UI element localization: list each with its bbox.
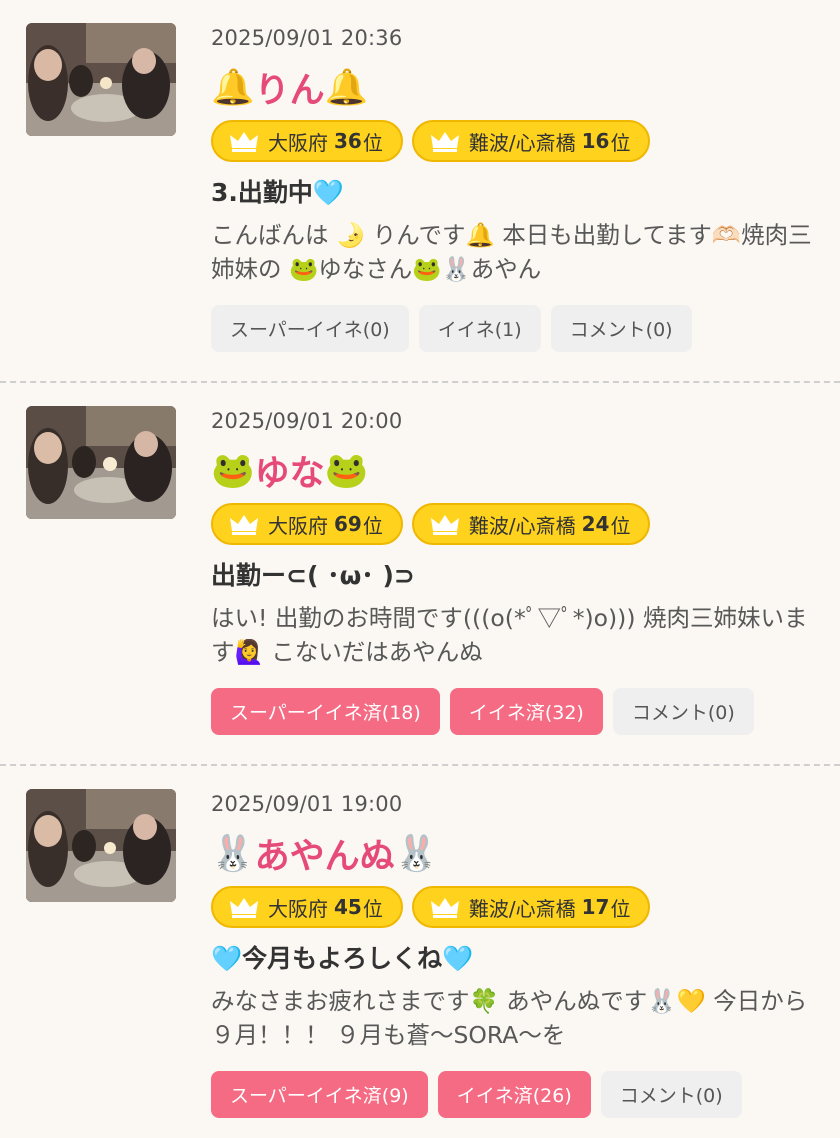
rank-badges: 大阪府 36 位 難波/心斎橋 16 位 — [211, 120, 651, 162]
rank-badges: 大阪府 45 位 難波/心斎橋 17 位 — [211, 886, 651, 928]
crown-icon — [230, 515, 258, 535]
post-title[interactable]: 🩵今月もよろしくね🩵 — [211, 939, 473, 975]
frog-icon: 🐸 — [211, 450, 255, 491]
rabbit-icon: 🐰 — [211, 833, 255, 874]
rank-region: 難波/心斎橋 — [468, 513, 576, 538]
crown-icon — [230, 132, 258, 152]
diary-feed: 2025/09/01 20:36 🔔 りん 🔔 大阪府 36 位 難波/心斎橋 … — [0, 0, 840, 1138]
post-timestamp: 2025/09/01 19:00 — [211, 792, 403, 816]
diary-post: 2025/09/01 20:36 🔔 りん 🔔 大阪府 36 位 難波/心斎橋 … — [0, 0, 840, 383]
cast-name-text: ゆな — [254, 453, 325, 494]
rank-unit: 位 — [610, 130, 631, 155]
rank-region: 大阪府 — [268, 130, 328, 155]
cast-name[interactable]: 🐸 ゆな 🐸 — [211, 447, 369, 494]
frog-icon: 🐸 — [324, 450, 369, 491]
crown-icon — [230, 898, 258, 918]
rank-unit: 位 — [610, 513, 631, 538]
rank-badge-area[interactable]: 難波/心斎橋 17 位 — [411, 886, 651, 928]
rank-number: 69 — [334, 512, 362, 536]
rank-region: 難波/心斎橋 — [468, 896, 576, 921]
post-thumbnail[interactable] — [26, 789, 176, 902]
post-title[interactable]: 3.出勤中🩵 — [211, 173, 344, 209]
post-thumbnail[interactable] — [26, 406, 176, 519]
rank-number: 45 — [334, 895, 362, 919]
rank-badge-prefecture[interactable]: 大阪府 69 位 — [211, 503, 403, 545]
rank-unit: 位 — [362, 896, 383, 921]
crown-icon — [430, 898, 459, 918]
rank-unit: 位 — [362, 513, 383, 538]
diary-post: 2025/09/01 19:00 🐰 あやんぬ 🐰 大阪府 45 位 難波/心斎… — [0, 766, 840, 1138]
rank-region: 大阪府 — [268, 896, 328, 921]
super-like-button[interactable]: スーパーイイネ済(18) — [211, 688, 440, 735]
post-timestamp: 2025/09/01 20:00 — [211, 409, 403, 433]
bell-icon: 🔔 — [211, 67, 255, 108]
comment-button[interactable]: コメント(0) — [612, 688, 754, 735]
post-title[interactable]: 出勤ー⊂( ･ω･ )⊃ — [211, 556, 415, 592]
post-timestamp: 2025/09/01 20:36 — [211, 26, 403, 50]
post-excerpt[interactable]: みなさまお疲れさまです🍀 あやんぬです🐰💛 今日から９月！！！ ９月も蒼〜SOR… — [211, 984, 820, 1052]
cast-name-text: りん — [254, 70, 325, 111]
rank-badge-prefecture[interactable]: 大阪府 45 位 — [211, 886, 403, 928]
rank-number: 24 — [581, 512, 610, 536]
super-like-button[interactable]: スーパーイイネ済(9) — [211, 1071, 428, 1118]
rank-region: 大阪府 — [268, 513, 328, 538]
rank-badge-area[interactable]: 難波/心斎橋 24 位 — [411, 503, 651, 545]
like-button[interactable]: イイネ済(32) — [449, 688, 603, 735]
rabbit-icon: 🐰 — [394, 833, 439, 874]
post-actions: スーパーイイネ済(9) イイネ済(26) コメント(0) — [211, 1071, 742, 1118]
like-button[interactable]: イイネ済(26) — [437, 1071, 591, 1118]
crown-icon — [430, 132, 459, 152]
rank-number: 16 — [581, 129, 610, 153]
rank-number: 36 — [334, 129, 362, 153]
rank-badge-area[interactable]: 難波/心斎橋 16 位 — [411, 120, 651, 162]
post-excerpt[interactable]: こんばんは 🌛 りんです🔔 本日も出勤してます🫶🏻焼肉三姉妹の 🐸ゆなさん🐸🐰あ… — [211, 218, 820, 286]
cast-name[interactable]: 🐰 あやんぬ 🐰 — [211, 830, 439, 877]
post-actions: スーパーイイネ(0) イイネ(1) コメント(0) — [211, 305, 692, 352]
diary-post: 2025/09/01 20:00 🐸 ゆな 🐸 大阪府 69 位 難波/心斎橋 … — [0, 383, 840, 766]
post-excerpt[interactable]: はい! 出勤のお時間です(((o(*ﾟ▽ﾟ*)o))) 焼肉三姉妹います🙋‍♀️… — [211, 601, 820, 669]
crown-icon — [430, 515, 459, 535]
rank-unit: 位 — [610, 896, 631, 921]
cast-name-text: あやんぬ — [254, 836, 395, 877]
rank-number: 17 — [581, 895, 610, 919]
bell-icon: 🔔 — [324, 67, 369, 108]
like-button[interactable]: イイネ(1) — [418, 305, 541, 352]
rank-badge-prefecture[interactable]: 大阪府 36 位 — [211, 120, 403, 162]
comment-button[interactable]: コメント(0) — [550, 305, 692, 352]
post-actions: スーパーイイネ済(18) イイネ済(32) コメント(0) — [211, 688, 754, 735]
rank-badges: 大阪府 69 位 難波/心斎橋 24 位 — [211, 503, 651, 545]
rank-region: 難波/心斎橋 — [468, 130, 576, 155]
cast-name[interactable]: 🔔 りん 🔔 — [211, 64, 369, 111]
rank-unit: 位 — [362, 130, 383, 155]
post-thumbnail[interactable] — [26, 23, 176, 136]
comment-button[interactable]: コメント(0) — [600, 1071, 742, 1118]
super-like-button[interactable]: スーパーイイネ(0) — [211, 305, 409, 352]
